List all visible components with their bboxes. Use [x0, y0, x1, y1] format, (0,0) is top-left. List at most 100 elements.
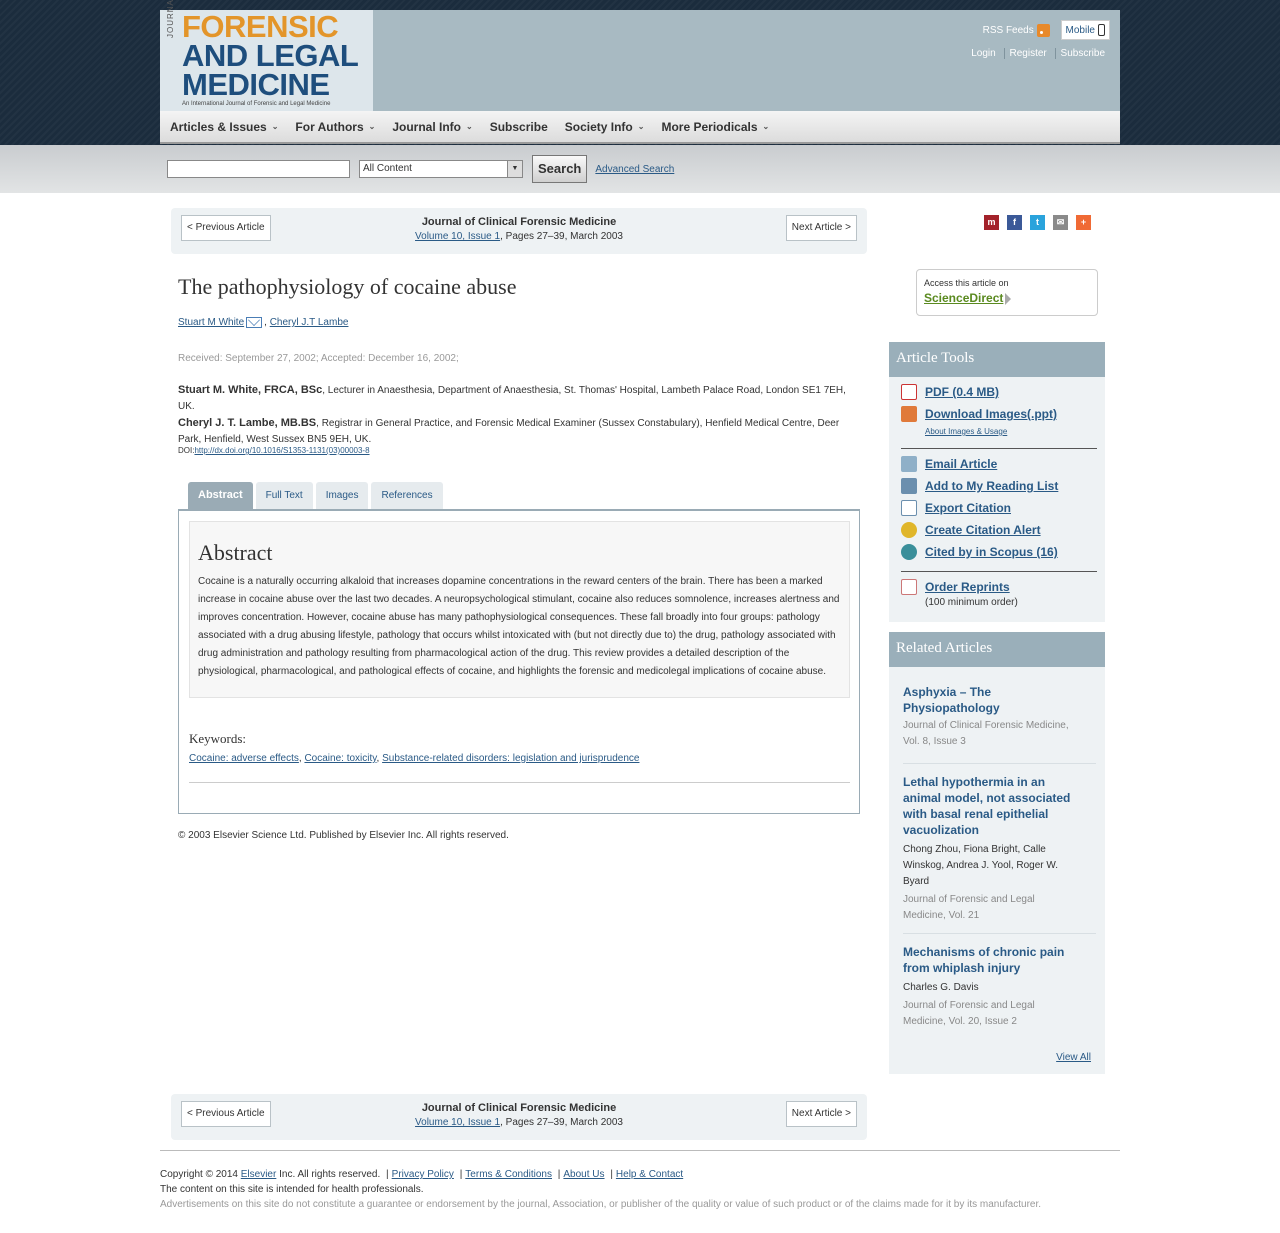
doi-link[interactable]: http://dx.doi.org/10.1016/S1353-1131(03)…: [194, 446, 369, 455]
related-article-title[interactable]: Mechanisms of chronic pain from whiplash…: [903, 944, 1073, 976]
volume-issue-link[interactable]: Volume 10, Issue 1: [415, 231, 500, 242]
nav-articles-issues[interactable]: Articles & Issues ⌄: [170, 120, 278, 134]
mobile-button[interactable]: Mobile: [1060, 20, 1110, 40]
download-images-link[interactable]: Download Images(.ppt): [925, 407, 1057, 421]
advanced-search-link[interactable]: Advanced Search: [595, 164, 674, 175]
page-range: , Pages 27–39, March 2003: [500, 231, 623, 242]
reading-list-icon: [901, 478, 917, 494]
related-article-source: Journal of Clinical Forensic Medicine, V…: [903, 720, 1069, 747]
search-input[interactable]: [167, 160, 350, 178]
related-article: Lethal hypothermia in an animal model, n…: [903, 774, 1073, 924]
scopus-tool[interactable]: Cited by in Scopus (16): [901, 544, 1058, 560]
about-us-link[interactable]: About Us: [563, 1169, 604, 1180]
nav-label: Society Info: [564, 119, 633, 134]
nav-journal-info[interactable]: Journal Info ⌄: [392, 120, 472, 134]
keyword-link[interactable]: Substance-related disorders: legislation…: [382, 753, 639, 764]
help-contact-link[interactable]: Help & Contact: [616, 1169, 683, 1180]
rss-feeds-link[interactable]: RSS Feeds: [983, 23, 1050, 37]
logo-journal-of: JOURNAL OF: [166, 0, 175, 38]
article-tools-heading: Article Tools: [889, 342, 1105, 377]
logo-line-3: MEDICINE: [182, 67, 330, 102]
download-images-tool[interactable]: Download Images(.ppt): [901, 406, 1057, 422]
related-article-title[interactable]: Lethal hypothermia in an animal model, n…: [903, 774, 1073, 838]
subscribe-link[interactable]: Subscribe: [1054, 48, 1110, 59]
nav-label: More Periodicals: [661, 119, 758, 134]
article-tabs: Abstract Full Text Images References: [188, 482, 446, 509]
facebook-icon[interactable]: f: [1007, 215, 1022, 230]
nav-label: For Authors: [295, 119, 364, 134]
issue-info: Journal of Clinical Forensic Medicine Vo…: [171, 216, 867, 242]
keywords-list: Cocaine: adverse effects, Cocaine: toxic…: [189, 753, 640, 764]
email-icon[interactable]: ✉: [1053, 215, 1068, 230]
tab-images[interactable]: Images: [315, 482, 369, 509]
tab-abstract[interactable]: Abstract: [188, 482, 253, 509]
privacy-policy-link[interactable]: Privacy Policy: [392, 1169, 454, 1180]
nav-society-info[interactable]: Society Info ⌄: [565, 120, 645, 134]
mobile-label: Mobile: [1065, 24, 1095, 36]
mendeley-icon[interactable]: m: [984, 215, 999, 230]
nav-subscribe[interactable]: Subscribe: [490, 120, 548, 134]
reading-list-tool[interactable]: Add to My Reading List: [901, 478, 1058, 494]
email-author-icon[interactable]: [246, 317, 263, 328]
chevron-down-icon: ⌄: [271, 122, 279, 131]
elsevier-link[interactable]: Elsevier: [241, 1169, 277, 1180]
next-article-button[interactable]: Next Article >: [785, 1101, 857, 1127]
keywords-heading: Keywords:: [189, 731, 247, 746]
order-reprints-link[interactable]: Order Reprints: [925, 580, 1010, 594]
related-articles-panel: Asphyxia – The Physiopathology Journal o…: [889, 667, 1105, 1074]
register-link[interactable]: Register: [1003, 48, 1052, 59]
divider: [903, 933, 1096, 934]
site-header: JOURNAL OF FORENSIC AND LEGAL MEDICINE A…: [160, 0, 1120, 111]
pdf-tool[interactable]: PDF (0.4 MB): [901, 384, 999, 400]
nav-more-periodicals[interactable]: More Periodicals ⌄: [661, 120, 769, 134]
reprints-note: (100 minimum order): [925, 597, 1018, 608]
journal-logo[interactable]: JOURNAL OF FORENSIC AND LEGAL MEDICINE A…: [160, 0, 373, 111]
footer-line-2: The content on this site is intended for…: [160, 1184, 424, 1195]
sciencedirect-link[interactable]: ScienceDirect: [924, 291, 1003, 305]
reading-list-link[interactable]: Add to My Reading List: [925, 479, 1058, 493]
search-button[interactable]: Search: [532, 155, 588, 183]
view-all-link[interactable]: View All: [1056, 1052, 1091, 1063]
chevron-down-icon: ⌄: [368, 122, 376, 131]
volume-issue-link[interactable]: Volume 10, Issue 1: [415, 1117, 500, 1128]
affiliation-1: Stuart M. White, FRCA, BSc, Lecturer in …: [178, 382, 863, 415]
header-utility-links: RSS Feeds Mobile: [983, 20, 1110, 40]
abstract-box: Abstract Cocaine is a naturally occurrin…: [189, 521, 850, 698]
twitter-icon[interactable]: t: [1030, 215, 1045, 230]
related-article-authors: Charles G. Davis: [903, 982, 979, 993]
login-link[interactable]: Login: [966, 48, 1000, 59]
terms-link[interactable]: Terms & Conditions: [465, 1169, 552, 1180]
nav-for-authors[interactable]: For Authors ⌄: [295, 120, 375, 134]
citation-alert-tool[interactable]: Create Citation Alert: [901, 522, 1041, 538]
next-article-button[interactable]: Next Article >: [785, 215, 857, 241]
keyword-link[interactable]: Cocaine: adverse effects: [189, 753, 299, 764]
order-reprints-tool[interactable]: Order Reprints: [901, 579, 1010, 595]
tab-references[interactable]: References: [371, 482, 443, 509]
export-citation-tool[interactable]: Export Citation: [901, 500, 1011, 516]
affiliation-2: Cheryl J. T. Lambe, MB.BS, Registrar in …: [178, 415, 863, 448]
addthis-icon[interactable]: +: [1076, 215, 1091, 230]
powerpoint-icon: [901, 406, 917, 422]
export-citation-link[interactable]: Export Citation: [925, 501, 1011, 515]
search-scope-value: All Content: [363, 163, 412, 174]
article-tools-panel: PDF (0.4 MB) Download Images(.ppt) About…: [889, 377, 1105, 622]
scopus-link[interactable]: Cited by in Scopus (16): [925, 545, 1058, 559]
email-article-tool[interactable]: Email Article: [901, 456, 997, 472]
author-link[interactable]: Stuart M White: [178, 317, 244, 328]
search-scope-select[interactable]: All Content ▼: [359, 160, 523, 178]
logo-line-1: FORENSIC: [182, 9, 339, 44]
email-article-link[interactable]: Email Article: [925, 457, 997, 471]
pdf-icon: [901, 384, 917, 400]
footer-divider: [160, 1150, 1120, 1151]
keyword-link[interactable]: Cocaine: toxicity: [304, 753, 376, 764]
nav-label: Journal Info: [392, 119, 462, 134]
tab-full-text[interactable]: Full Text: [255, 482, 313, 509]
citation-alert-link[interactable]: Create Citation Alert: [925, 523, 1041, 537]
author-link[interactable]: Cheryl J.T Lambe: [270, 317, 349, 328]
related-article-title[interactable]: Asphyxia – The Physiopathology: [903, 684, 1073, 716]
account-links: Login Register Subscribe: [966, 48, 1110, 59]
about-images-link[interactable]: About Images & Usage: [925, 427, 1007, 436]
pdf-link[interactable]: PDF (0.4 MB): [925, 385, 999, 399]
related-article-source: Journal of Forensic and Legal Medicine, …: [903, 1000, 1035, 1027]
separator: |: [459, 1169, 463, 1180]
